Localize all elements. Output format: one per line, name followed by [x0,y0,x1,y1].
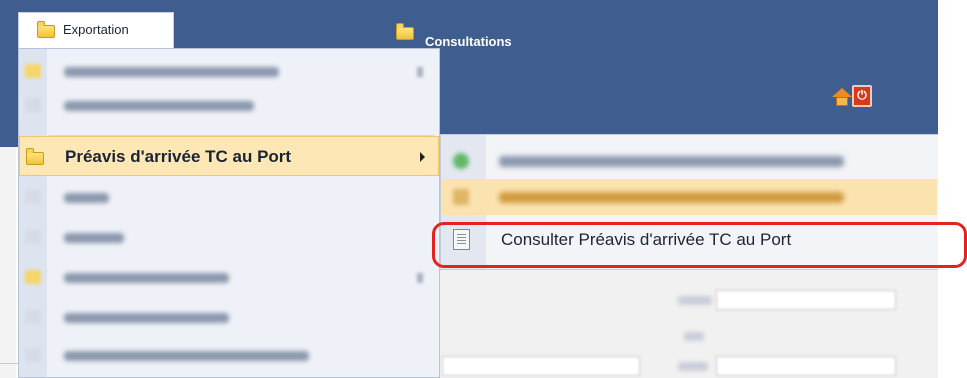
menu-tab-consultations[interactable]: Consultations [425,34,512,49]
menu-item-icon [25,98,41,112]
menu-item-icon [25,230,41,244]
menu-tab-exportation[interactable]: Exportation [18,12,174,48]
menu-item-icon [25,190,41,204]
menu-item-blurred[interactable] [19,89,439,123]
folder-icon [26,148,44,165]
folder-icon [396,23,414,40]
folder-icon [25,64,41,78]
blurred-label [64,233,124,243]
power-icon[interactable]: ⏻ [852,85,872,107]
add-icon [453,153,469,169]
field-label [684,332,704,341]
menu-tab-exportation-label: Exportation [63,22,129,37]
blurred-label [64,313,229,323]
blurred-label [64,351,309,361]
menu-item-blurred[interactable] [19,181,439,215]
form-field[interactable] [442,356,640,376]
submenu-arrow-icon [417,273,423,283]
submenu-arrow-icon [420,152,425,162]
blurred-label [64,193,109,203]
menu-item-blurred[interactable] [19,301,439,335]
blurred-label [64,273,229,283]
folder-icon [37,21,55,38]
menu-item-blurred[interactable] [19,221,439,255]
menu-item-blurred[interactable] [19,339,439,373]
content-panel [440,270,938,378]
blurred-label [64,67,279,77]
exportation-dropdown-menu: Préavis d'arrivée TC au Port [18,48,440,378]
menu-item-blurred[interactable] [19,55,439,89]
field-label [678,296,712,305]
menu-item-preavis-arrivee-label: Préavis d'arrivée TC au Port [65,147,292,166]
folder-icon [25,270,41,284]
field-label [678,362,708,371]
form-field[interactable] [716,290,896,310]
menu-item-icon [25,348,41,362]
highlight-annotation [432,222,967,268]
menu-item-blurred[interactable] [19,261,439,295]
blurred-label [499,192,844,203]
left-strip [0,147,16,378]
submenu-item-blurred[interactable] [441,179,937,215]
right-white-strip [938,0,967,378]
form-field[interactable] [716,356,896,376]
menu-item-icon [25,310,41,324]
submenu-arrow-icon [417,67,423,77]
menu-item-preavis-arrivee[interactable]: Préavis d'arrivée TC au Port [19,136,439,176]
edit-icon [453,189,469,205]
submenu-item-blurred[interactable] [441,143,937,179]
blurred-label [64,101,254,111]
blurred-label [499,156,844,167]
